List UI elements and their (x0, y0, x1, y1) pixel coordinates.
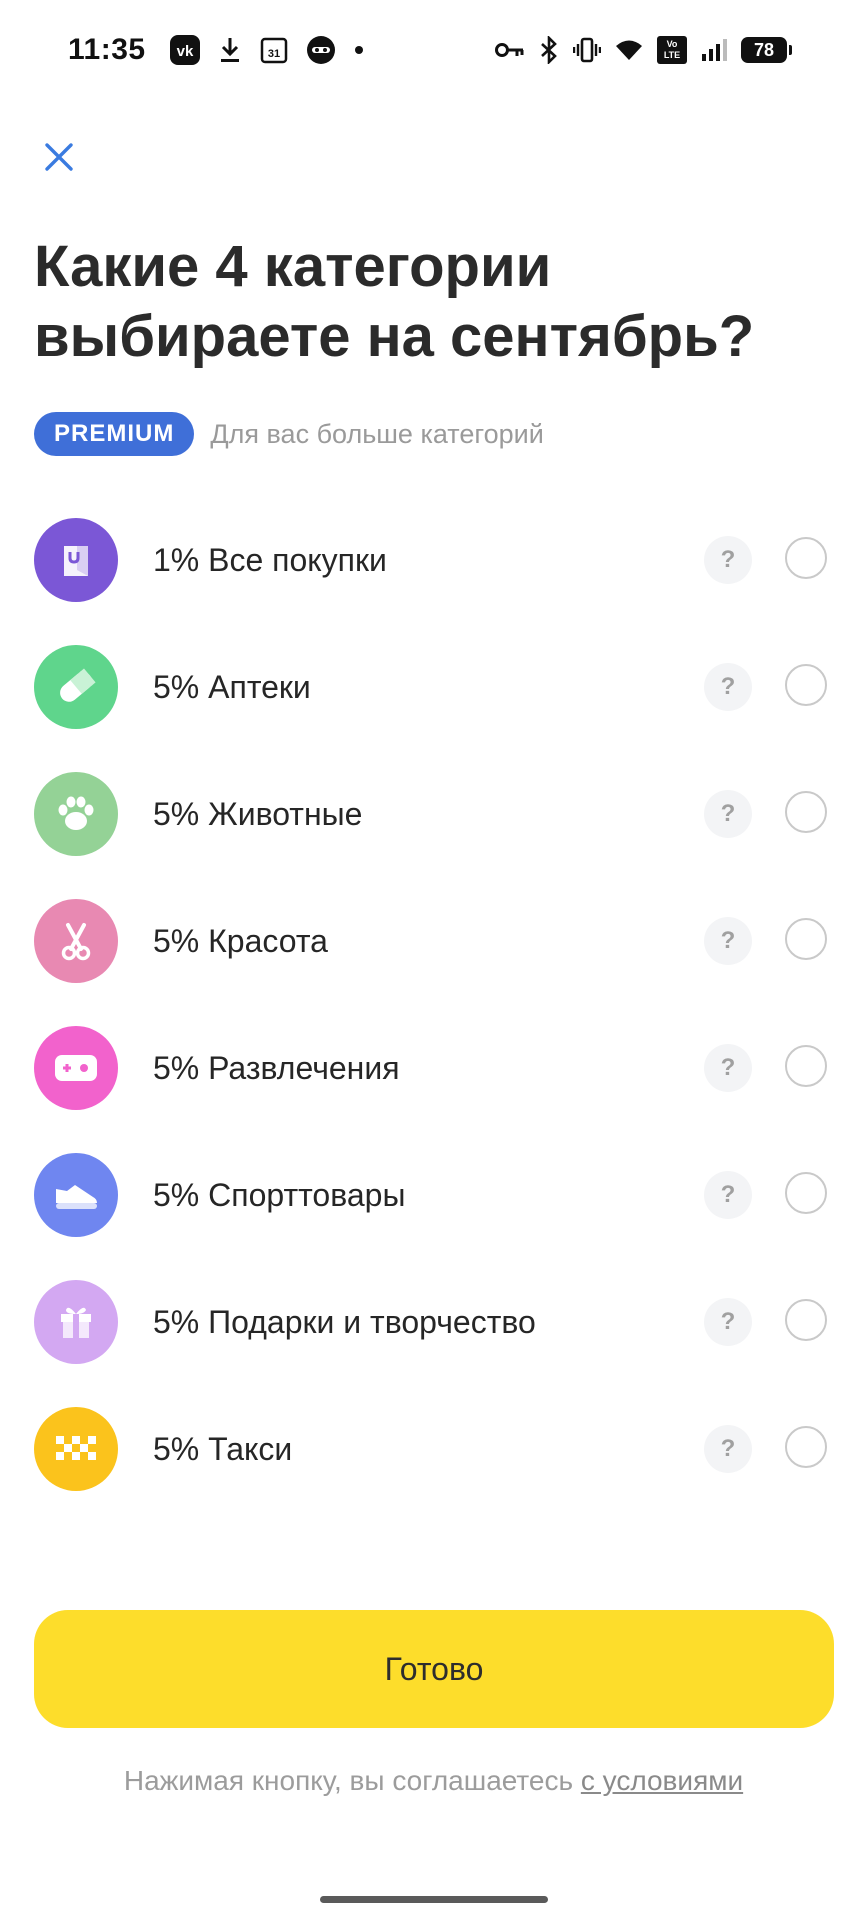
premium-text: Для вас больше категорий (210, 418, 544, 449)
help-button[interactable]: ? (704, 1171, 752, 1219)
bluetooth-icon (539, 36, 559, 64)
title-line-2: выбираете на сентябрь? (34, 304, 755, 369)
battery-icon: 78 (741, 37, 792, 63)
question-icon: ? (720, 1181, 736, 1208)
help-button[interactable]: ? (704, 1044, 752, 1092)
shopping-bag-icon (34, 518, 118, 602)
done-button[interactable]: Готово (34, 1610, 834, 1728)
gamepad-icon (34, 1026, 118, 1110)
category-item-animals[interactable]: 5% Животные ? (0, 751, 867, 878)
question-icon: ? (720, 1308, 736, 1335)
category-item-beauty[interactable]: 5% Красота ? (0, 878, 867, 1005)
home-indicator[interactable] (320, 1896, 548, 1903)
paw-icon (34, 772, 118, 856)
radio-button[interactable] (785, 1426, 827, 1468)
svg-text:31: 31 (267, 48, 279, 60)
question-icon: ? (720, 800, 736, 827)
category-item-taxi[interactable]: 5% Такси ? (0, 1386, 867, 1513)
question-icon: ? (720, 1054, 736, 1081)
help-button[interactable]: ? (704, 536, 752, 584)
question-icon: ? (720, 927, 736, 954)
radio-button[interactable] (785, 791, 827, 833)
radio-button[interactable] (785, 537, 827, 579)
terms-prefix: Нажимая кнопку, вы соглашаетесь (123, 1765, 581, 1796)
scissors-icon (34, 899, 118, 983)
terms-text: Нажимая кнопку, вы соглашаетесь с услови… (0, 1765, 867, 1797)
category-item-sports-goods[interactable]: 5% Спорттовары ? (0, 1132, 867, 1259)
signal-icon (701, 38, 727, 62)
category-item-all-purchases[interactable]: 1% Все покупки ? (0, 497, 867, 624)
category-label: 5% Такси (153, 1431, 293, 1467)
title-line-1: Какие 4 категории (34, 234, 552, 299)
svg-text:vk: vk (176, 43, 193, 60)
category-item-pharmacies[interactable]: 5% Аптеки ? (0, 624, 867, 751)
premium-badge: PREMIUM (34, 412, 195, 456)
help-button[interactable]: ? (704, 1425, 752, 1473)
category-label: 5% Подарки и творчество (153, 1304, 536, 1340)
help-button[interactable]: ? (704, 1298, 752, 1346)
calendar-icon: 31 (260, 36, 288, 64)
category-item-entertainment[interactable]: 5% Развлечения ? (0, 1005, 867, 1132)
close-button[interactable] (34, 132, 84, 182)
vibrate-icon (573, 36, 601, 64)
terms-link[interactable]: с условиями (581, 1765, 743, 1796)
vk-icon: vk (169, 35, 200, 65)
volte-icon: Vo LTE (657, 36, 687, 64)
gift-icon (34, 1280, 118, 1364)
category-label: 5% Красота (153, 923, 328, 959)
status-bar: 11:35 vk 31 Vo LTE 78 (0, 0, 867, 100)
radio-button[interactable] (785, 918, 827, 960)
download-icon (218, 35, 242, 65)
incognito-icon (306, 35, 336, 65)
category-label: 5% Аптеки (153, 669, 311, 705)
category-list: 1% Все покупки ? 5% Аптеки ? 5% Животные… (0, 497, 867, 1513)
help-button[interactable]: ? (704, 790, 752, 838)
key-icon (495, 40, 525, 60)
category-label: 1% Все покупки (153, 542, 387, 578)
question-icon: ? (720, 546, 736, 573)
radio-button[interactable] (785, 1172, 827, 1214)
category-label: 5% Спорттовары (153, 1177, 406, 1213)
radio-button[interactable] (785, 1299, 827, 1341)
help-button[interactable]: ? (704, 917, 752, 965)
dot-icon (354, 45, 364, 55)
radio-button[interactable] (785, 664, 827, 706)
category-item-gifts[interactable]: 5% Подарки и творчество ? (0, 1259, 867, 1386)
pill-icon (34, 645, 118, 729)
premium-row[interactable]: PREMIUM Для вас больше категорий (34, 412, 544, 456)
close-icon (45, 143, 73, 171)
status-time: 11:35 (68, 33, 146, 66)
help-button[interactable]: ? (704, 663, 752, 711)
taxi-checker-icon (34, 1407, 118, 1491)
sneaker-icon (34, 1153, 118, 1237)
category-label: 5% Развлечения (153, 1050, 400, 1086)
question-icon: ? (720, 1435, 736, 1462)
question-icon: ? (720, 673, 736, 700)
page-title: Какие 4 категории выбираете на сентябрь? (34, 232, 834, 372)
radio-button[interactable] (785, 1045, 827, 1087)
wifi-icon (615, 38, 643, 62)
category-label: 5% Животные (153, 796, 363, 832)
